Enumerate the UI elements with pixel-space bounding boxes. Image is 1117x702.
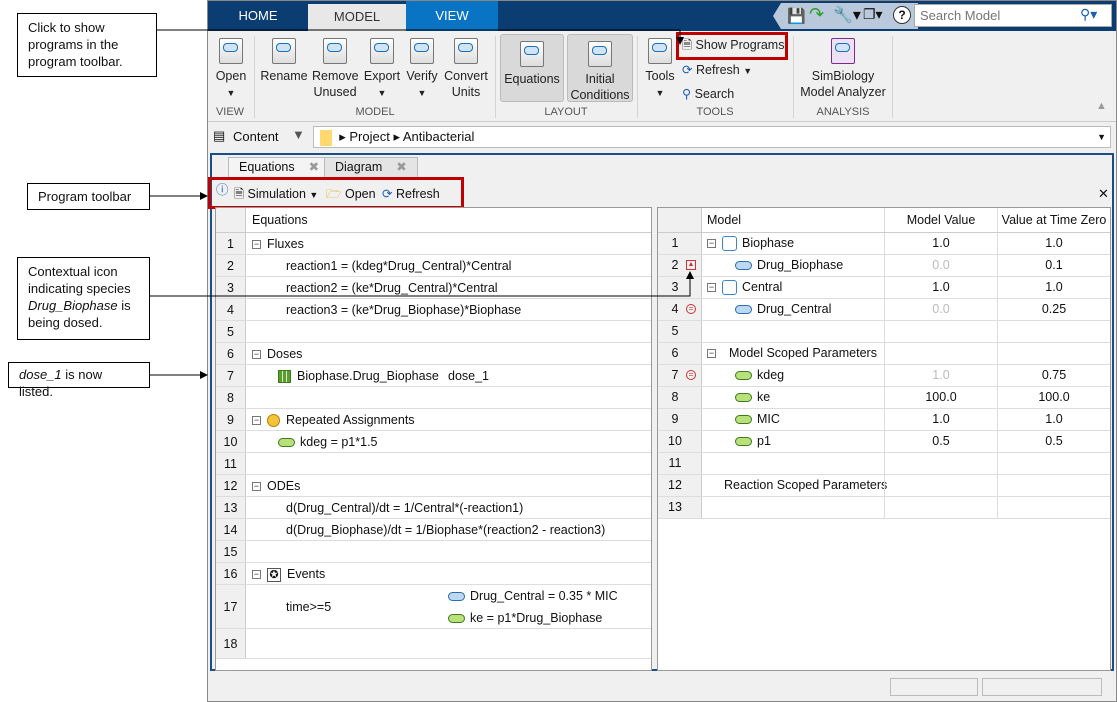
annotation-arrows bbox=[150, 29, 694, 379]
